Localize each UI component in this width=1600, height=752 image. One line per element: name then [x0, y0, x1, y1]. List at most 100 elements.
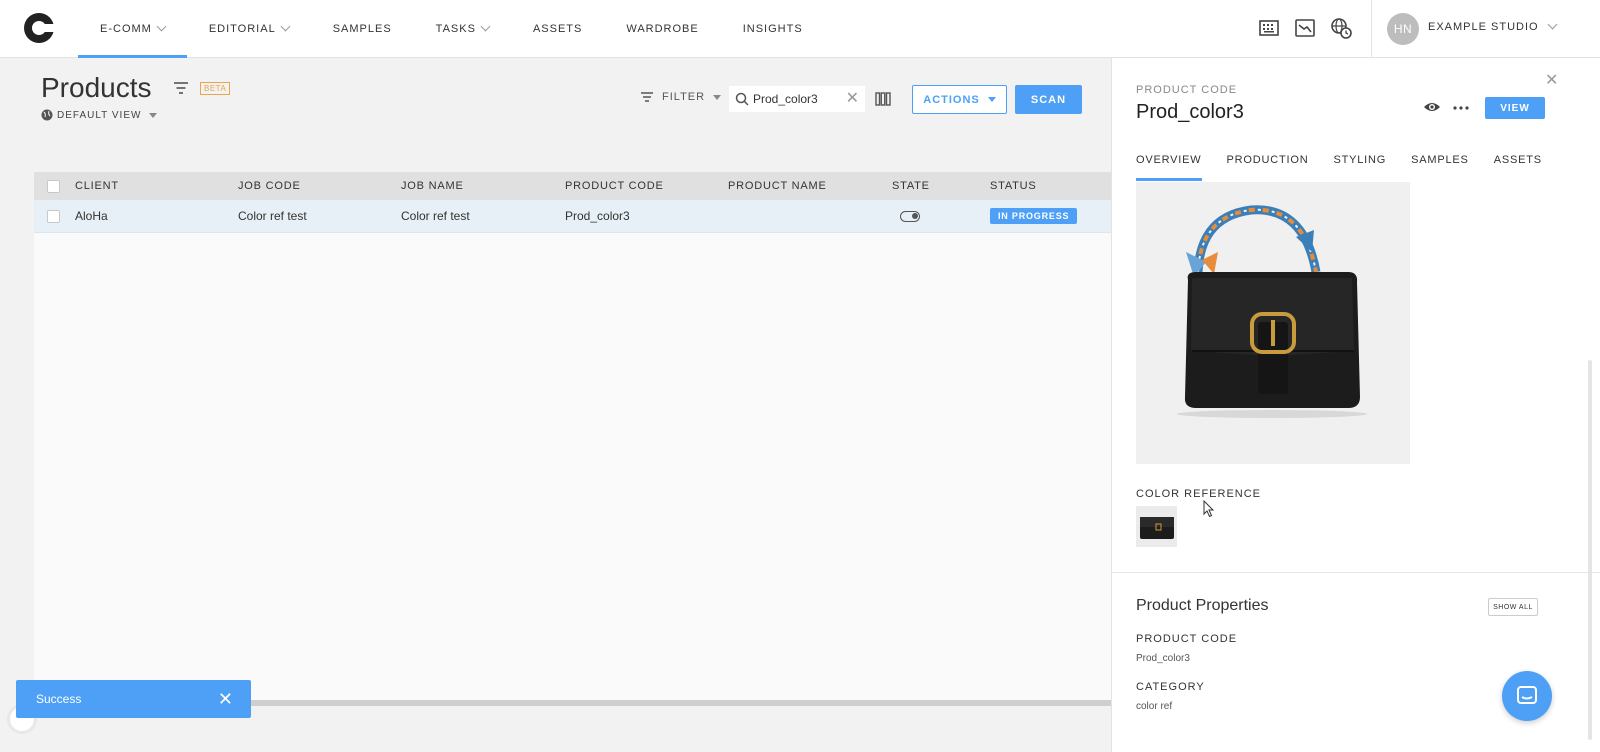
chat-icon: [1517, 686, 1537, 704]
view-selector[interactable]: DEFAULT VIEW: [41, 109, 158, 121]
chart-icon[interactable]: [1294, 17, 1316, 39]
tab-samples[interactable]: SAMPLES: [1411, 150, 1469, 182]
globe-icon: [41, 109, 53, 121]
nav-item-e-comm[interactable]: E-COMM: [78, 0, 187, 58]
product-detail-panel: ✕ PRODUCT CODE Prod_color3 VIEW OVERVIEW…: [1111, 58, 1600, 752]
top-navigation-bar: E-COMM EDITORIAL SAMPLES TASKS ASSETS WA…: [0, 0, 1600, 58]
filter-label: FILTER: [662, 91, 706, 103]
chat-button[interactable]: [1502, 671, 1552, 721]
tab-overview[interactable]: OVERVIEW: [1136, 150, 1202, 182]
product-image[interactable]: [1136, 182, 1410, 464]
chevron-down-icon: [156, 21, 167, 32]
panel-product-code-label: PRODUCT CODE: [1136, 84, 1238, 96]
search-input[interactable]: [753, 92, 843, 106]
property-label: CATEGORY: [1136, 681, 1205, 693]
select-all-checkbox-cell: [47, 172, 60, 200]
products-table: CLIENT JOB CODE JOB NAME PRODUCT CODE PR…: [34, 172, 1111, 706]
nav-item-assets[interactable]: ASSETS: [511, 0, 604, 58]
nav-item-label: ASSETS: [532, 23, 583, 35]
nav-item-wardrobe[interactable]: WARDROBE: [604, 0, 720, 58]
chevron-down-icon: [480, 21, 491, 32]
section-divider: [1112, 572, 1600, 573]
column-header-job-code[interactable]: JOB CODE: [238, 172, 301, 200]
app-logo-icon[interactable]: [22, 11, 56, 45]
chevron-down-icon: [1547, 19, 1558, 30]
sort-lines-icon[interactable]: [172, 80, 190, 96]
property-value: color ref: [1136, 701, 1173, 712]
filter-button[interactable]: FILTER: [640, 91, 722, 103]
nav-item-label: INSIGHTS: [742, 23, 803, 35]
color-reference-thumbnail[interactable]: [1136, 506, 1177, 547]
select-all-checkbox[interactable]: [47, 179, 60, 193]
nav-item-label: EDITORIAL: [208, 23, 276, 35]
product-properties-title: Product Properties: [1136, 597, 1269, 614]
more-options-icon[interactable]: [1453, 106, 1469, 110]
cell-product-code: Prod_color3: [565, 209, 630, 223]
tab-production[interactable]: PRODUCTION: [1227, 150, 1309, 182]
studio-switcher[interactable]: EXAMPLE STUDIO: [1428, 19, 1558, 33]
property-value: Prod_color3: [1136, 653, 1190, 664]
nav-item-samples[interactable]: SAMPLES: [311, 0, 414, 58]
close-icon[interactable]: ✕: [1545, 70, 1558, 90]
cell-state: [900, 200, 920, 232]
show-all-button[interactable]: SHOW ALL: [1488, 598, 1538, 616]
column-header-product-name[interactable]: PRODUCT NAME: [728, 172, 827, 200]
cell-status: IN PROGRESS: [990, 200, 1078, 232]
tab-styling[interactable]: STYLING: [1333, 150, 1386, 182]
nav-item-tasks[interactable]: TASKS: [414, 0, 511, 58]
table-row[interactable]: AloHa Color ref test Color ref test Prod…: [34, 200, 1111, 233]
state-toggle[interactable]: [900, 210, 920, 222]
actions-button[interactable]: ACTIONS: [912, 85, 1007, 114]
caret-down-icon: [149, 112, 158, 118]
color-reference-bag-image: [1140, 517, 1174, 539]
property-label: PRODUCT CODE: [1136, 633, 1238, 645]
avatar[interactable]: HN: [1387, 13, 1419, 45]
panel-tabs: OVERVIEW PRODUCTION STYLING SAMPLES ASSE…: [1136, 150, 1542, 182]
close-icon[interactable]: ✕: [218, 690, 233, 708]
status-badge: IN PROGRESS: [990, 208, 1078, 224]
chevron-down-icon: [280, 21, 291, 32]
color-reference-label: COLOR REFERENCE: [1136, 488, 1262, 500]
view-label: DEFAULT VIEW: [57, 109, 142, 121]
cell-job-code: Color ref test: [238, 209, 307, 223]
mouse-cursor-icon: [1203, 500, 1215, 518]
clear-search-icon[interactable]: ✕: [846, 91, 859, 107]
nav-item-label: E-COMM: [100, 23, 152, 35]
column-header-status[interactable]: STATUS: [990, 172, 1037, 200]
nav-item-label: TASKS: [435, 23, 476, 35]
actions-label: ACTIONS: [923, 93, 980, 106]
cell-job-name: Color ref test: [401, 209, 470, 223]
scan-button[interactable]: SCAN: [1015, 85, 1082, 114]
column-header-product-code[interactable]: PRODUCT CODE: [565, 172, 664, 200]
nav-item-insights[interactable]: INSIGHTS: [721, 0, 825, 58]
success-toast: Success ✕: [16, 680, 251, 718]
nav-item-editorial[interactable]: EDITORIAL: [187, 0, 311, 58]
column-header-job-name[interactable]: JOB NAME: [401, 172, 464, 200]
handbag-image: [1177, 205, 1367, 418]
column-header-state[interactable]: STATE: [892, 172, 930, 200]
studio-name: EXAMPLE STUDIO: [1428, 21, 1539, 33]
keyboard-icon[interactable]: [1258, 17, 1280, 39]
row-checkbox-cell: [47, 200, 60, 232]
toast-message: Success: [36, 692, 82, 706]
eye-icon[interactable]: [1423, 100, 1441, 114]
cell-client: AloHa: [75, 209, 108, 223]
nav-item-label: SAMPLES: [332, 23, 392, 35]
caret-down-icon: [713, 94, 722, 100]
nav-item-label: WARDROBE: [626, 23, 699, 35]
filter-icon: [641, 92, 653, 102]
globe-clock-icon[interactable]: [1330, 17, 1352, 39]
tab-assets[interactable]: ASSETS: [1494, 150, 1542, 182]
search-box: ✕: [729, 86, 865, 112]
main-nav: E-COMM EDITORIAL SAMPLES TASKS ASSETS WA…: [78, 0, 825, 58]
top-divider: [1371, 0, 1372, 58]
view-button[interactable]: VIEW: [1485, 97, 1545, 119]
table-header: CLIENT JOB CODE JOB NAME PRODUCT CODE PR…: [34, 172, 1111, 200]
page-title: Products: [41, 72, 152, 103]
columns-icon[interactable]: [875, 92, 891, 106]
row-checkbox[interactable]: [47, 209, 60, 223]
caret-down-icon: [987, 97, 996, 102]
panel-scrollbar[interactable]: [1588, 360, 1592, 740]
beta-badge: BETA: [200, 82, 231, 95]
column-header-client[interactable]: CLIENT: [75, 172, 119, 200]
